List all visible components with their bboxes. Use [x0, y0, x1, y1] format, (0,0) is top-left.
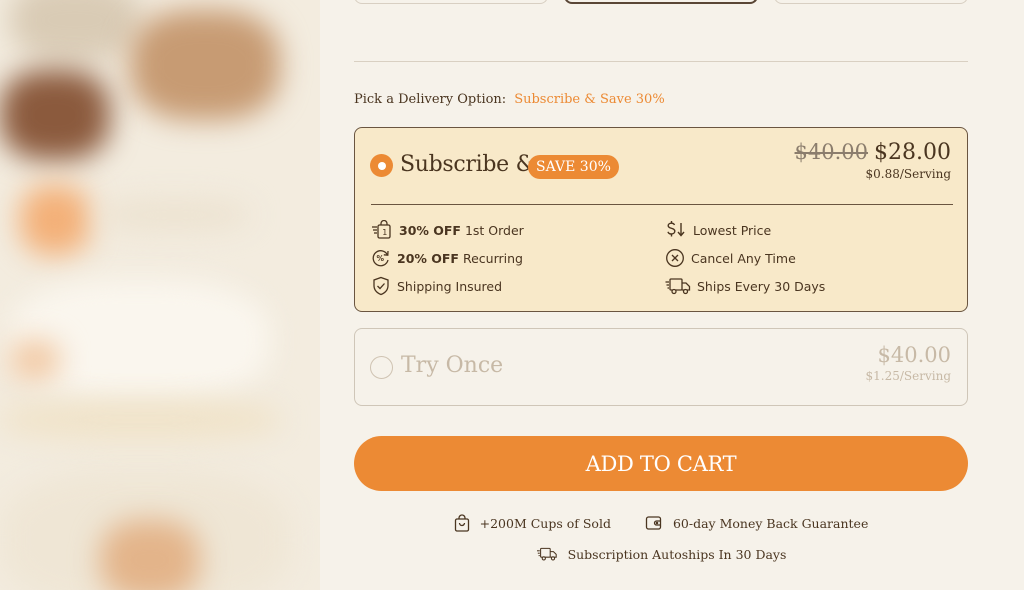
- benefit-cancel-anytime: Cancel Any Time: [665, 246, 796, 270]
- benefit-first-order: 1 30% OFF 1st Order: [371, 218, 524, 242]
- benefit-lowest-price: Lowest Price: [665, 218, 771, 242]
- benefit-shipping-insured: Shipping Insured: [371, 274, 502, 298]
- benefit-text: Cancel Any Time: [691, 250, 796, 266]
- one-time-price: $40.00: [877, 343, 951, 367]
- percent-cycle-icon: %: [372, 250, 389, 267]
- original-price: $40.00: [794, 140, 869, 164]
- delivery-label: Pick a Delivery Option:: [354, 92, 507, 107]
- shopping-bag-icon: 1: [372, 220, 391, 239]
- divider: [354, 61, 968, 62]
- wallet-icon: [645, 516, 662, 530]
- delivery-truck-icon: [536, 547, 557, 561]
- svg-text:%: %: [377, 254, 385, 263]
- subscribe-radio[interactable]: [370, 154, 393, 177]
- autoship-info: Subscription Autoships In 30 Days: [354, 546, 968, 562]
- try-once-price: $40.00 $1.25/Serving: [866, 343, 951, 383]
- guarantee-badge: 60-day Money Back Guarantee: [645, 514, 868, 532]
- trust-badges: +200M Cups of Sold 60-day Money Back Gua…: [354, 514, 968, 532]
- benefit-bold: 20% OFF: [397, 250, 459, 266]
- product-gallery-blurred: [0, 0, 320, 590]
- benefit-text: Lowest Price: [693, 222, 772, 238]
- subscribe-title: Subscribe &: [400, 152, 535, 177]
- subscribe-price: $40.00 $28.00 $0.88/Serving: [795, 140, 951, 181]
- benefit-text: Ships Every 30 Days: [697, 278, 826, 294]
- try-once-radio[interactable]: [370, 356, 393, 379]
- benefit-bold: 30% OFF: [399, 222, 461, 238]
- delivery-truck-icon: [665, 278, 691, 295]
- size-option-1[interactable]: [354, 0, 548, 4]
- size-options: [354, 0, 968, 4]
- size-option-2-selected[interactable]: [564, 0, 758, 4]
- delivery-option-header: Pick a Delivery Option: Subscribe & Save…: [354, 92, 665, 107]
- benefit-text: Recurring: [458, 250, 523, 266]
- autoship-text: Subscription Autoships In 30 Days: [567, 546, 787, 562]
- guarantee-text: 60-day Money Back Guarantee: [672, 515, 869, 531]
- subscribe-option-card[interactable]: Subscribe & SAVE 30% $40.00 $28.00 $0.88…: [354, 127, 968, 312]
- shopping-bag-icon: [454, 514, 469, 532]
- save-badge: SAVE 30%: [528, 155, 619, 179]
- cups-sold-badge: +200M Cups of Sold: [454, 514, 611, 532]
- delivery-promo: Subscribe & Save 30%: [514, 92, 665, 107]
- price-per-serving: $0.88/Serving: [865, 167, 951, 181]
- benefit-text: 1st Order: [460, 222, 524, 238]
- cups-sold-text: +200M Cups of Sold: [479, 515, 611, 531]
- discounted-price: $28.00: [874, 140, 951, 165]
- dollar-down-icon: [667, 221, 685, 237]
- price-per-serving: $1.25/Serving: [865, 369, 951, 383]
- try-once-option-card[interactable]: Try Once $40.00 $1.25/Serving: [354, 328, 968, 406]
- cancel-circle-icon: [666, 249, 684, 267]
- card-divider: [371, 204, 953, 205]
- svg-text:1: 1: [382, 228, 387, 237]
- size-option-3[interactable]: [774, 0, 968, 4]
- try-once-title: Try Once: [401, 353, 504, 378]
- benefit-ships-every: Ships Every 30 Days: [665, 274, 825, 298]
- benefit-recurring: % 20% OFF Recurring: [371, 246, 523, 270]
- add-to-cart-button[interactable]: ADD TO CART: [354, 436, 968, 491]
- autoship-badge: Subscription Autoships In 30 Days: [536, 546, 787, 562]
- shield-check-icon: [373, 276, 389, 296]
- benefit-text: Shipping Insured: [397, 278, 503, 294]
